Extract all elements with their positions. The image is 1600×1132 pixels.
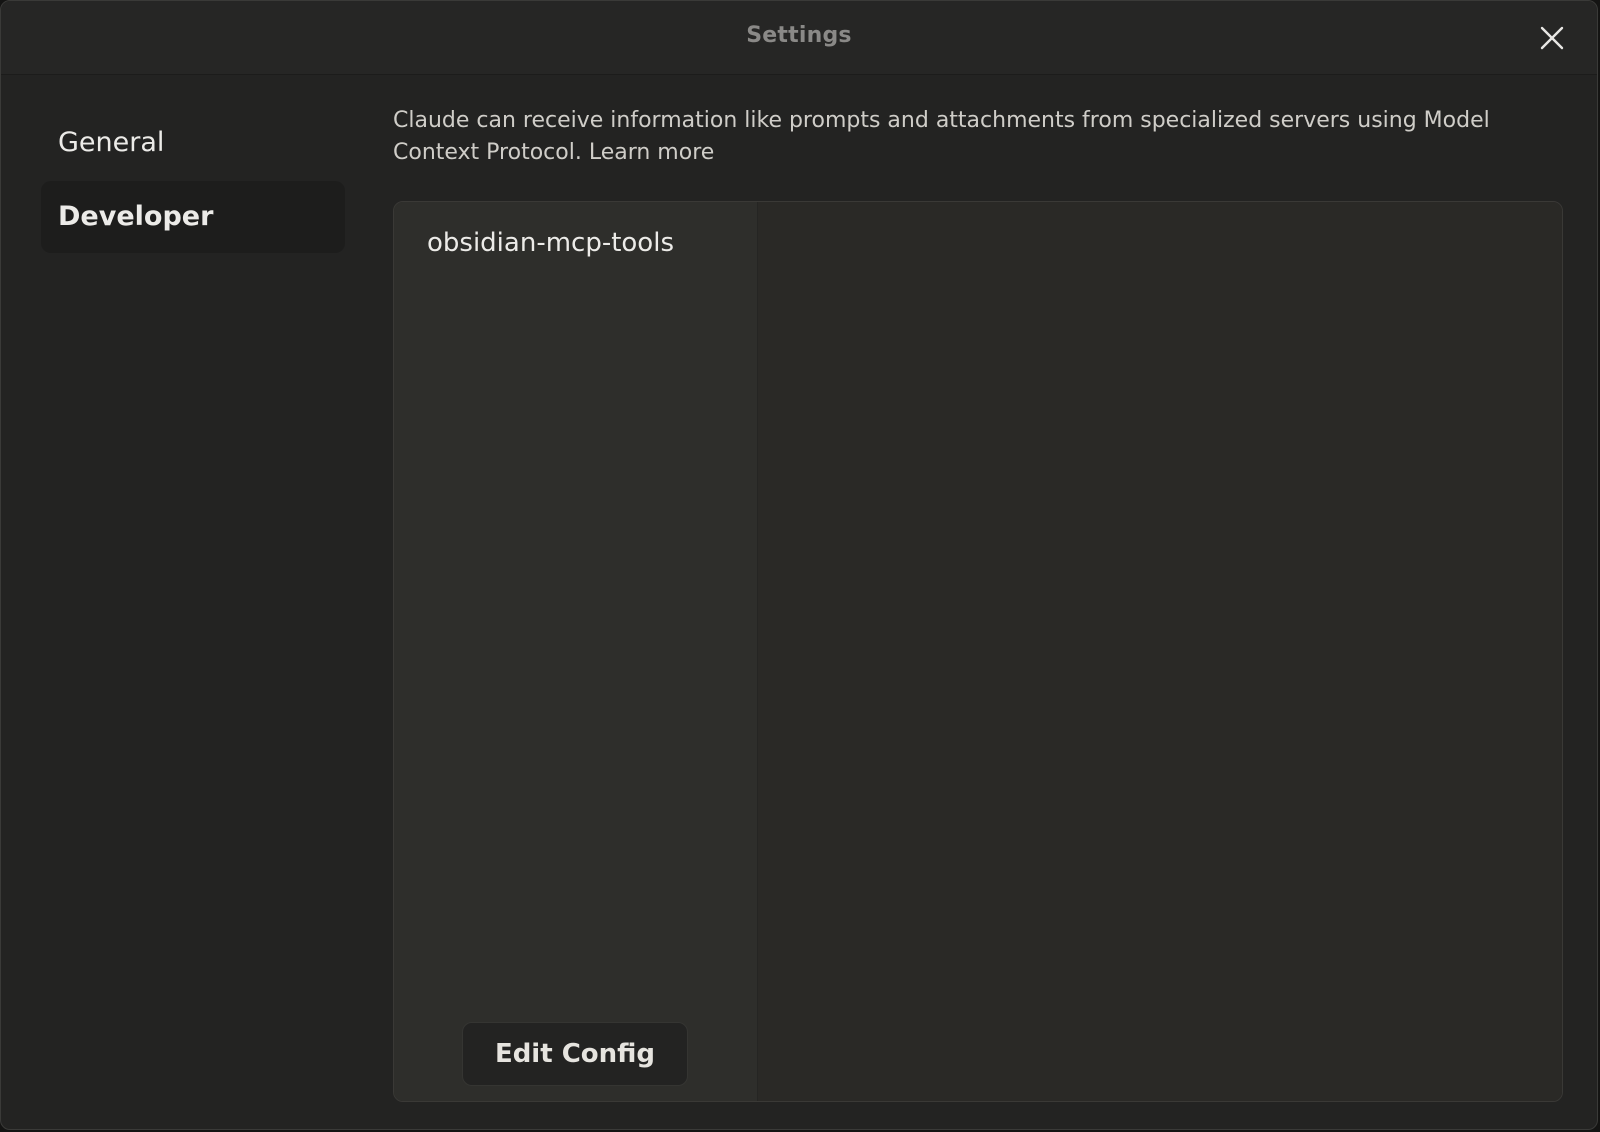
mcp-description-text: Claude can receive information like prom…	[393, 108, 1490, 165]
settings-sidebar: General Developer	[41, 107, 345, 255]
developer-content: Claude can receive information like prom…	[393, 105, 1563, 169]
mcp-description: Claude can receive information like prom…	[393, 105, 1553, 169]
settings-window: Settings General Developer Claude can re…	[0, 0, 1598, 1130]
learn-more-link[interactable]: Learn more	[589, 140, 714, 165]
mcp-servers-panel: obsidian-mcp-tools Edit Config	[393, 201, 1563, 1102]
close-icon	[1540, 26, 1564, 50]
server-list: obsidian-mcp-tools Edit Config	[394, 202, 758, 1101]
close-button[interactable]	[1535, 21, 1569, 55]
titlebar: Settings	[1, 1, 1597, 75]
server-detail-pane	[758, 202, 1562, 1101]
server-item-obsidian-mcp-tools[interactable]: obsidian-mcp-tools	[427, 228, 674, 258]
sidebar-item-developer[interactable]: Developer	[41, 181, 345, 253]
edit-config-button[interactable]: Edit Config	[462, 1022, 688, 1086]
sidebar-item-general[interactable]: General	[41, 107, 345, 179]
window-title: Settings	[746, 23, 852, 48]
